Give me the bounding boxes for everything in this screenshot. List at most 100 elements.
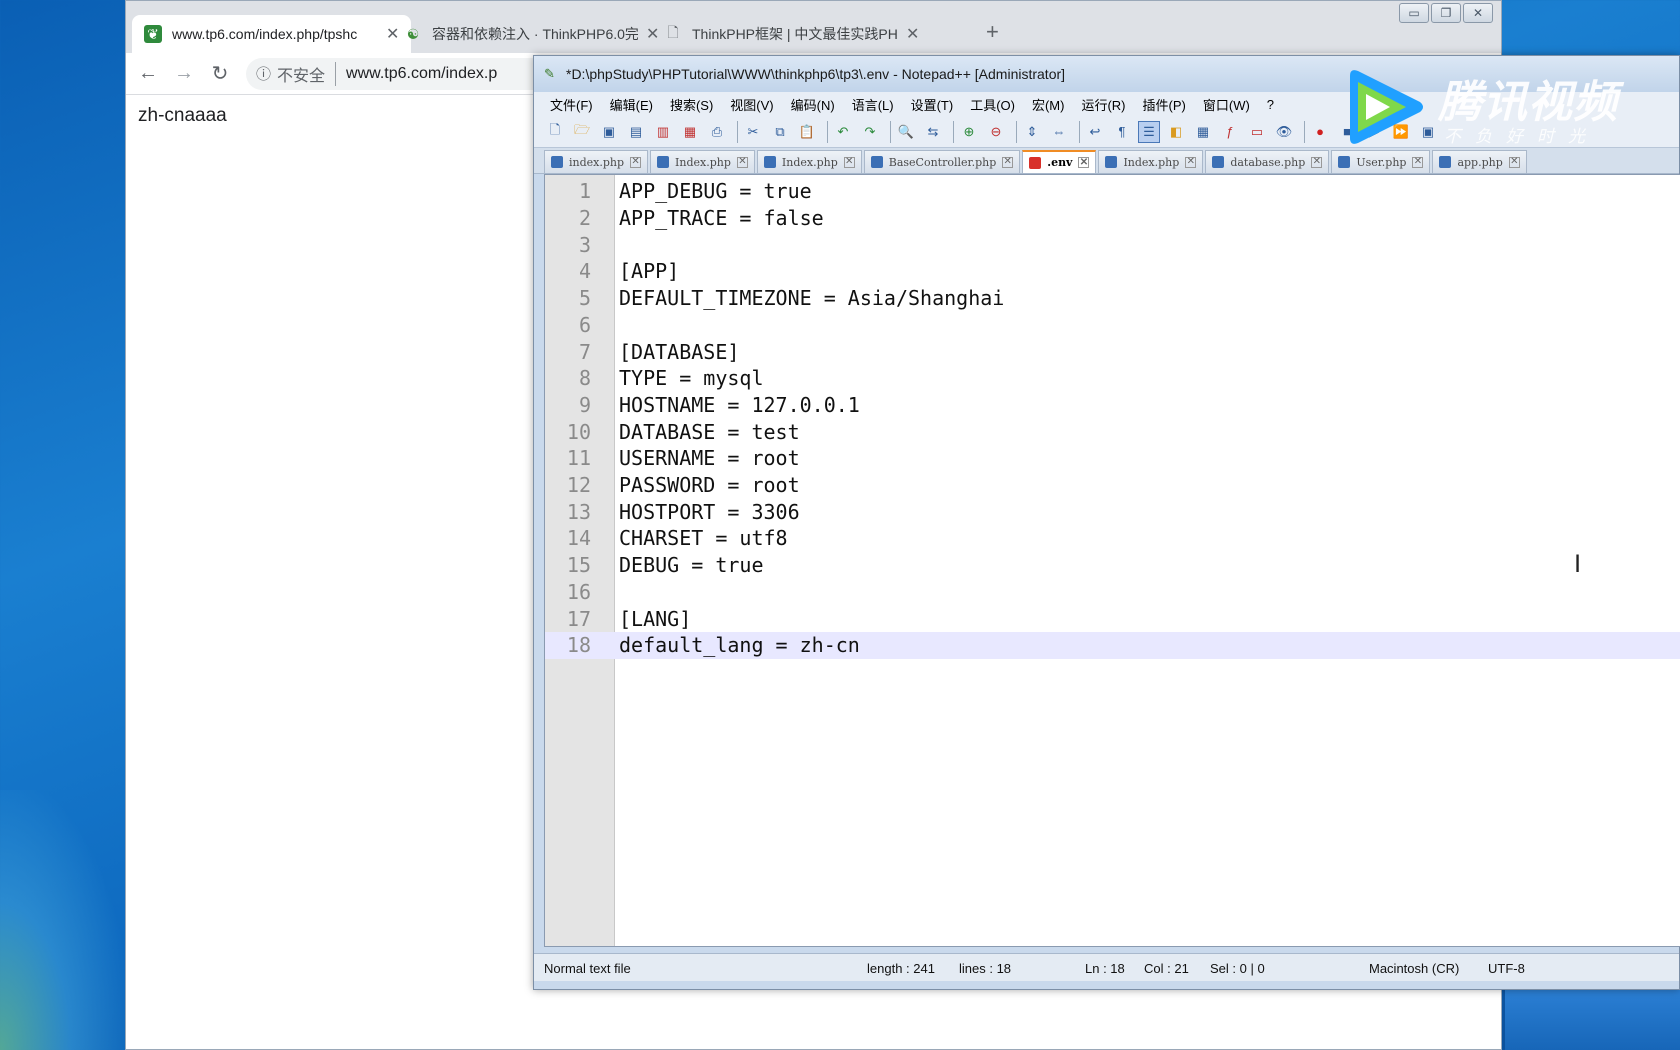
lang-icon[interactable]: ◧ bbox=[1165, 121, 1187, 143]
close-tab-icon[interactable]: ✕ bbox=[1002, 156, 1014, 168]
menu-file[interactable]: 文件(F) bbox=[550, 95, 593, 114]
menu-view[interactable]: 视图(V) bbox=[730, 95, 773, 114]
code-text: DEBUG = true bbox=[619, 553, 764, 578]
browser-tab-thinkphp[interactable]: 🗋 ThinkPHP框架 | 中文最佳实践PH ✕ bbox=[652, 15, 931, 53]
code-line[interactable]: 7 [DATABASE] bbox=[545, 338, 1680, 365]
zoom-out-icon[interactable]: ⊖ bbox=[985, 121, 1007, 143]
close-icon[interactable]: ✕ bbox=[906, 24, 919, 44]
new-tab-button[interactable]: + bbox=[986, 19, 999, 45]
sync-vertical-icon[interactable]: ⇕ bbox=[1021, 121, 1043, 143]
menu-plugins[interactable]: 插件(P) bbox=[1143, 95, 1186, 114]
find-icon[interactable]: 🔍 bbox=[895, 121, 917, 143]
close-tab-icon[interactable]: ✕ bbox=[1508, 156, 1520, 168]
url-text[interactable]: www.tp6.com/index.p bbox=[346, 65, 497, 83]
doc-map-icon[interactable]: ▦ bbox=[1192, 121, 1214, 143]
text-editor[interactable]: 1 APP_DEBUG = true 2 APP_TRACE = false 3 4 [AP… bbox=[544, 174, 1680, 947]
function-list-icon[interactable]: ƒ bbox=[1219, 121, 1241, 143]
new-file-icon[interactable]: 🗋 bbox=[544, 121, 566, 143]
close-all-icon[interactable]: ▦ bbox=[679, 121, 701, 143]
close-window-icon[interactable]: ✕ bbox=[1463, 3, 1493, 23]
status-eol[interactable]: Macintosh (CR) bbox=[1369, 961, 1459, 976]
code-line[interactable]: 1 APP_DEBUG = true bbox=[545, 178, 1680, 205]
menu-encoding[interactable]: 编码(N) bbox=[791, 95, 835, 114]
close-tab-icon[interactable]: ✕ bbox=[1412, 156, 1424, 168]
replace-icon[interactable]: ⇆ bbox=[922, 121, 944, 143]
back-arrow-icon[interactable]: ← bbox=[130, 62, 166, 85]
file-tab-index-php-3[interactable]: Index.php ✕ bbox=[756, 150, 862, 173]
file-tab-env[interactable]: .env ✕ bbox=[1022, 150, 1097, 173]
redo-icon[interactable]: ↷ bbox=[859, 121, 881, 143]
show-all-chars-icon[interactable]: ¶ bbox=[1111, 121, 1133, 143]
code-line[interactable]: 11 USERNAME = root bbox=[545, 445, 1680, 472]
code-line[interactable]: 5 DEFAULT_TIMEZONE = Asia/Shanghai bbox=[545, 285, 1680, 312]
status-encoding[interactable]: UTF-8 bbox=[1488, 961, 1525, 976]
undo-icon[interactable]: ↶ bbox=[832, 121, 854, 143]
leaf-favicon-icon: ❦ bbox=[144, 25, 162, 43]
record-macro-icon[interactable]: ● bbox=[1309, 121, 1331, 143]
menu-language[interactable]: 语言(L) bbox=[852, 95, 894, 114]
indent-guide-icon[interactable]: ☰ bbox=[1138, 120, 1160, 143]
file-icon bbox=[1105, 156, 1118, 168]
file-tab-index-php-4[interactable]: Index.php ✕ bbox=[1098, 150, 1204, 173]
minimize-icon[interactable]: ▭ bbox=[1399, 3, 1429, 23]
video-watermark: 腾讯视频 不负好时光 bbox=[1340, 62, 1680, 152]
close-tab-icon[interactable]: ✕ bbox=[736, 156, 748, 168]
code-line[interactable]: 15 DEBUG = true bbox=[545, 552, 1680, 579]
code-line[interactable]: 10 DATABASE = test bbox=[545, 418, 1680, 445]
print-icon[interactable]: ⎙ bbox=[706, 121, 728, 143]
open-folder-icon[interactable]: 🗁 bbox=[571, 121, 593, 143]
file-tab-basecontroller[interactable]: BaseController.php ✕ bbox=[863, 150, 1021, 173]
code-line[interactable]: 6 bbox=[545, 312, 1680, 339]
code-line[interactable]: 9 HOSTNAME = 127.0.0.1 bbox=[545, 392, 1680, 419]
menu-macro[interactable]: 宏(M) bbox=[1032, 95, 1065, 114]
code-line[interactable]: 2 APP_TRACE = false bbox=[545, 205, 1680, 232]
monitor-icon[interactable]: 👁 bbox=[1273, 121, 1295, 143]
file-tab-index-php[interactable]: index.php ✕ bbox=[544, 150, 649, 173]
save-all-icon[interactable]: ▤ bbox=[625, 121, 647, 143]
close-tab-icon[interactable]: ✕ bbox=[630, 156, 642, 168]
code-text: HOSTNAME = 127.0.0.1 bbox=[619, 392, 860, 417]
forward-arrow-icon[interactable]: → bbox=[166, 62, 202, 85]
copy-icon[interactable]: ⧉ bbox=[769, 121, 791, 143]
folder-workspace-icon[interactable]: ▭ bbox=[1246, 121, 1268, 143]
line-number: 4 bbox=[578, 259, 591, 284]
paste-icon[interactable]: 📋 bbox=[796, 121, 818, 143]
sync-horizontal-icon[interactable]: ⇔ bbox=[1048, 121, 1070, 143]
close-tab-icon[interactable]: ✕ bbox=[843, 156, 855, 168]
code-line[interactable]: 13 HOSTPORT = 3306 bbox=[545, 498, 1680, 525]
code-line[interactable]: 4 [APP] bbox=[545, 258, 1680, 285]
browser-tab-container-docs[interactable]: ☯ 容器和依赖注入 · ThinkPHP6.0完 ✕ bbox=[392, 15, 671, 53]
code-line[interactable]: 3 bbox=[545, 231, 1680, 258]
menu-help[interactable]: ? bbox=[1267, 97, 1274, 112]
browser-tab-title: www.tp6.com/index.php/tpshc bbox=[172, 26, 358, 42]
close-file-icon[interactable]: ▥ bbox=[652, 121, 674, 143]
close-tab-icon[interactable]: ✕ bbox=[1185, 156, 1197, 168]
file-tab-user-php[interactable]: User.php ✕ bbox=[1331, 150, 1431, 173]
code-line[interactable]: 8 TYPE = mysql bbox=[545, 365, 1680, 392]
zoom-in-icon[interactable]: ⊕ bbox=[958, 121, 980, 143]
menu-window[interactable]: 窗口(W) bbox=[1203, 95, 1250, 114]
menu-tools[interactable]: 工具(O) bbox=[970, 95, 1015, 114]
menu-run[interactable]: 运行(R) bbox=[1081, 95, 1125, 114]
code-line[interactable]: 16 bbox=[545, 579, 1680, 606]
code-line[interactable]: 17 [LANG] bbox=[545, 605, 1680, 632]
save-icon[interactable]: ▣ bbox=[598, 121, 620, 143]
file-tab-app-php[interactable]: app.php ✕ bbox=[1432, 150, 1527, 173]
code-line[interactable]: 18 default_lang = zh-cn bbox=[545, 631, 1680, 659]
word-wrap-icon[interactable]: ↩ bbox=[1084, 121, 1106, 143]
file-tab-database-php[interactable]: database.php ✕ bbox=[1205, 150, 1330, 173]
browser-tab-tp6[interactable]: ❦ www.tp6.com/index.php/tpshc ✕ bbox=[132, 15, 412, 53]
close-tab-icon[interactable]: ✕ bbox=[1078, 157, 1090, 168]
code-line[interactable]: 14 CHARSET = utf8 bbox=[545, 525, 1680, 552]
menu-edit[interactable]: 编辑(E) bbox=[610, 95, 653, 114]
menu-settings[interactable]: 设置(T) bbox=[911, 95, 954, 114]
restore-icon[interactable]: ❐ bbox=[1431, 3, 1461, 23]
status-bar: Normal text file length : 241 lines : 18… bbox=[534, 953, 1679, 981]
close-tab-icon[interactable]: ✕ bbox=[1311, 156, 1323, 168]
reload-icon[interactable]: ↻ bbox=[202, 61, 238, 86]
file-tab-index-php-2[interactable]: Index.php ✕ bbox=[650, 150, 755, 173]
code-line[interactable]: 12 PASSWORD = root bbox=[545, 472, 1680, 499]
menu-search[interactable]: 搜索(S) bbox=[670, 95, 713, 114]
cut-icon[interactable]: ✂ bbox=[742, 121, 764, 143]
info-icon[interactable]: ⓘ bbox=[256, 63, 271, 84]
